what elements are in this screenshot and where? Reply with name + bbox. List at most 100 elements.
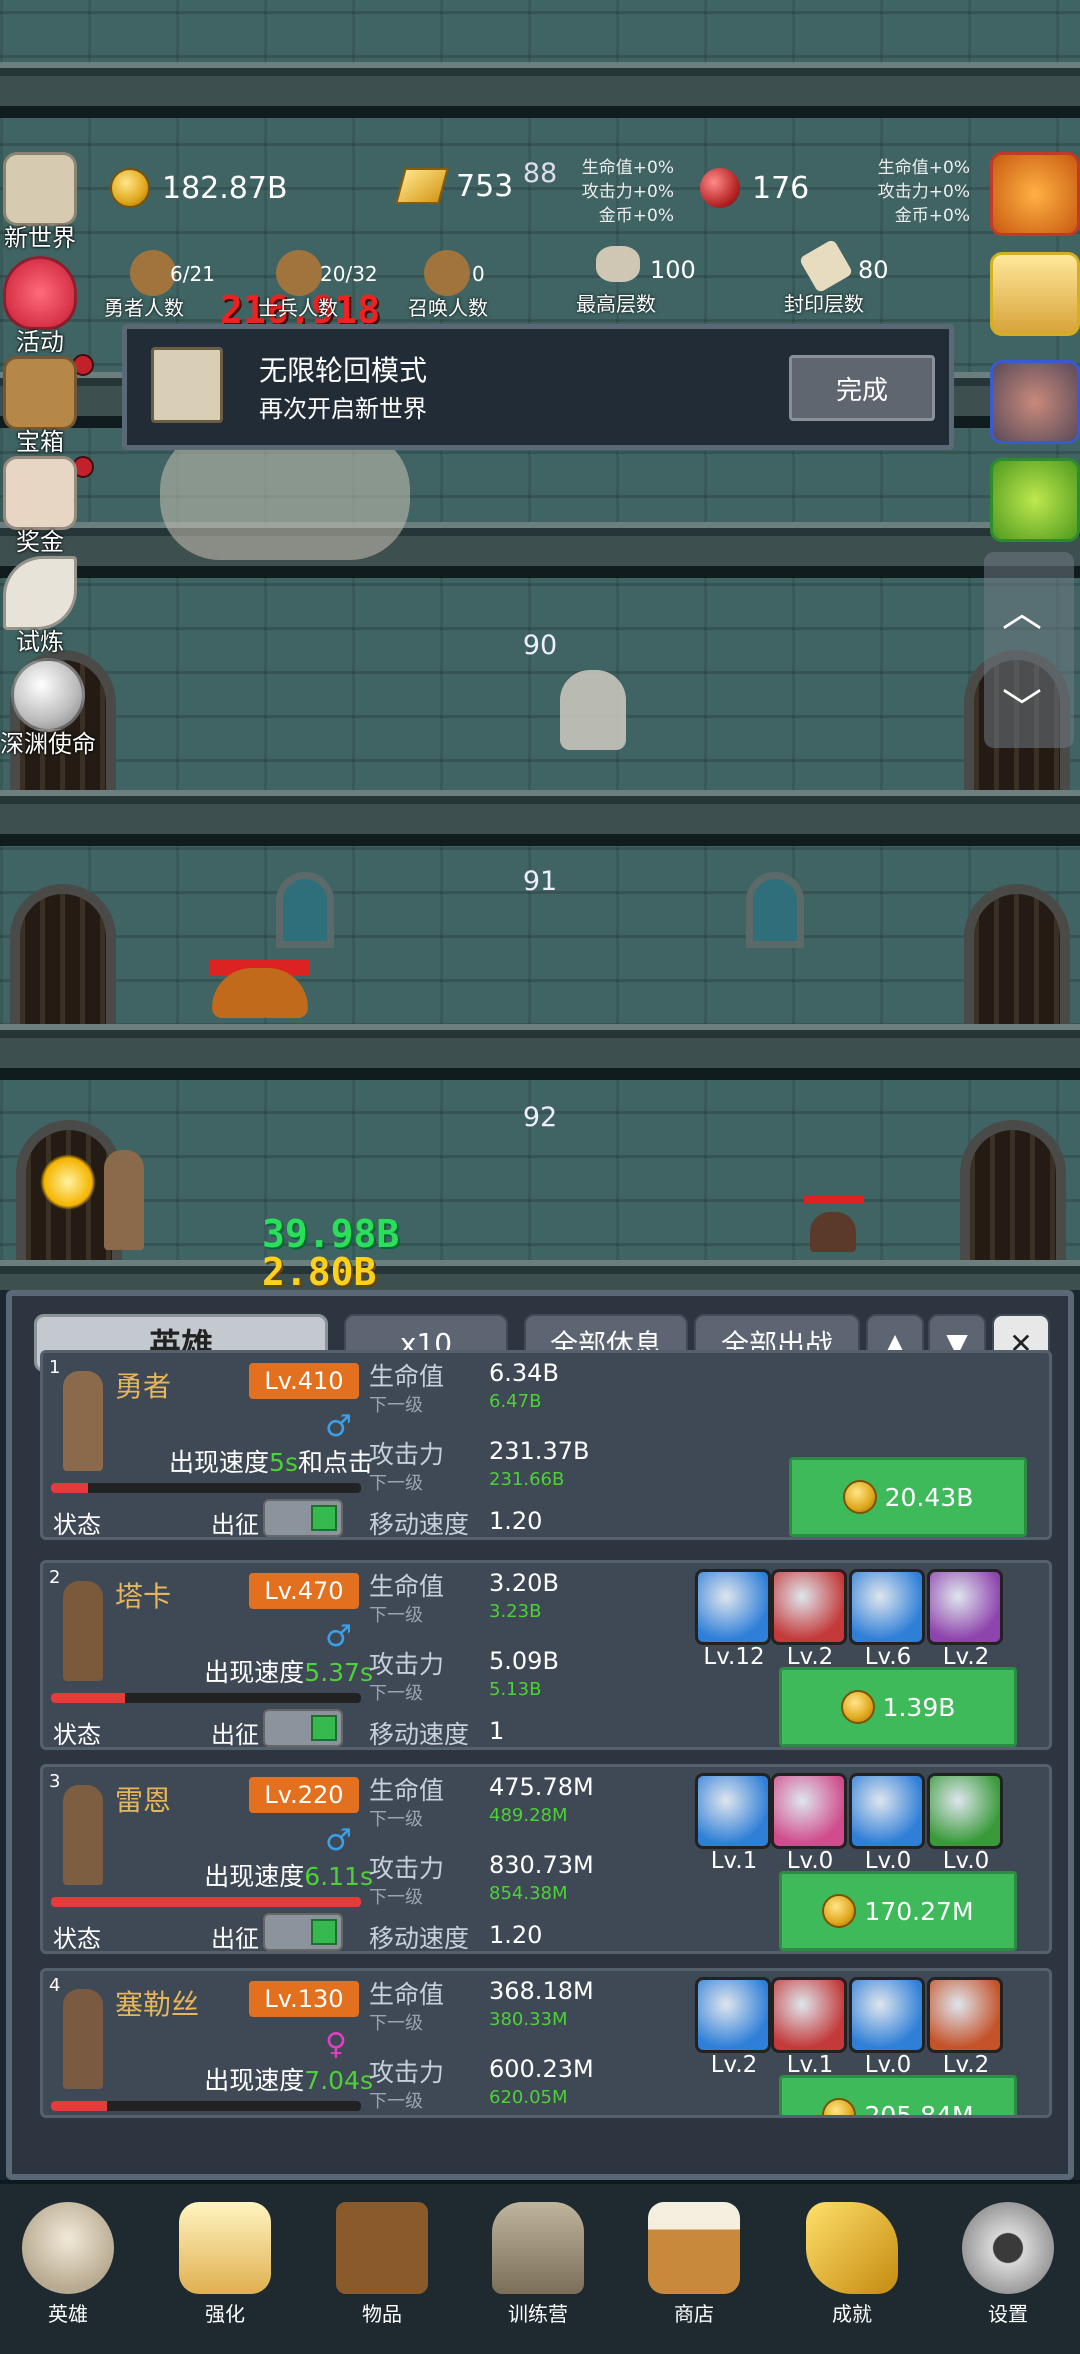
dungeon-gate — [10, 884, 116, 1024]
gold-bar-icon — [395, 168, 449, 204]
game-view[interactable]: 90 91 92 216,918 39.98B 2.80B 182.87B 75… — [0, 0, 1080, 1290]
nav-label: 商店 — [674, 2302, 714, 2326]
upgrade-button[interactable]: 1.39B — [779, 1667, 1017, 1747]
nav-achievement[interactable]: 成就 — [792, 2202, 912, 2327]
floor-number: 88 — [522, 158, 558, 189]
beer-icon — [648, 2202, 740, 2294]
floor-number: 90 — [522, 630, 558, 661]
equipment-icon — [771, 1977, 847, 2053]
buff-candle-icon[interactable] — [990, 252, 1080, 336]
brave-count: 6/21 — [170, 262, 215, 286]
equipment-slot[interactable]: Lv.1 — [695, 1773, 773, 1873]
gold-coin-icon — [840, 1690, 875, 1724]
complete-button[interactable]: 完成 — [789, 355, 935, 421]
deploy-toggle[interactable] — [263, 2117, 343, 2118]
hero-panel: 英雄 x10 全部休息 全部出战 ▲ ▼ ✕ 1 勇者 Lv.410 ♂ 出现速度5s和… — [6, 1290, 1074, 2180]
deploy-toggle[interactable] — [263, 1499, 343, 1537]
upgrade-button[interactable]: 170.27M — [779, 1871, 1017, 1951]
atk-next-value: 231.66B — [489, 1469, 565, 1490]
equipment-level: Lv.0 — [942, 1848, 990, 1874]
nav-shop[interactable]: 商店 — [634, 2202, 754, 2327]
hero-card[interactable]: 2 塔卡 Lv.470 ♂ 出现速度5.37s 状态 出征 生命值 3.20B 下一级 3.23B 攻… — [40, 1560, 1052, 1750]
nav-upgrade[interactable]: 强化 — [165, 2202, 285, 2327]
bonus-list-left: 生命值+0% 攻击力+0% 金币+0% — [560, 156, 674, 228]
bonus-atk: 攻击力+0% — [877, 182, 970, 202]
ghost-monster[interactable] — [560, 670, 626, 750]
key-icon — [806, 2202, 898, 2294]
gold-amount: 182.87B — [162, 170, 288, 206]
equipment-slot[interactable]: Lv.2 — [927, 1977, 1005, 2077]
status-label[interactable]: 状态 — [53, 1919, 101, 1954]
equipment-slot[interactable]: Lv.0 — [771, 1773, 849, 1873]
equipment-icon — [849, 1569, 925, 1645]
scroll-down-icon[interactable]: ﹀ — [1002, 676, 1042, 734]
equipment-level: Lv.2 — [942, 1644, 990, 1670]
equipment-slot[interactable]: Lv.1 — [771, 1977, 849, 2077]
sidebar-new-world[interactable]: 新世界 — [0, 152, 80, 253]
equipment-slot[interactable]: Lv.2 — [695, 1977, 773, 2077]
nav-training[interactable]: 训练营 — [478, 2202, 598, 2327]
hero-unit — [104, 1150, 144, 1250]
atk-next-value: 620.05M — [489, 2087, 568, 2108]
equipment-slot[interactable]: Lv.12 — [695, 1569, 773, 1669]
equipment-slot[interactable]: Lv.0 — [849, 1977, 927, 2077]
buff-slime-icon[interactable] — [990, 458, 1080, 542]
spawn-label: 出现速度 — [204, 1862, 305, 1891]
equipment-slot[interactable]: Lv.2 — [927, 1569, 1005, 1669]
hp-next-label: 下一级 — [369, 1605, 423, 1626]
hero-card[interactable]: 3 雷恩 Lv.220 ♂ 出现速度6.11s 状态 出征 生命值 475.78M 下一级 489.… — [40, 1764, 1052, 1954]
feather-icon — [3, 556, 77, 630]
status-label[interactable]: 状态 — [53, 1715, 101, 1750]
status-label[interactable]: 状态 — [53, 1505, 101, 1540]
gold-coin-icon — [110, 168, 150, 208]
equipment-slot[interactable]: Lv.0 — [927, 1773, 1005, 1873]
sidebar-trial[interactable]: 试炼 — [0, 556, 80, 657]
sidebar-bonus[interactable]: 奖金 — [0, 456, 80, 557]
hero-card[interactable]: 1 勇者 Lv.410 ♂ 出现速度5s和点击 状态 出征 生命值 6.34B 下一级 6.47B 攻… — [40, 1350, 1052, 1540]
sidebar-chest[interactable]: 宝箱 — [0, 356, 80, 457]
deploy-toggle[interactable] — [263, 1913, 343, 1951]
max-floor-value: 100 — [650, 256, 696, 284]
spawn-value: 6.11s — [304, 1862, 373, 1891]
summon-label: 召唤人数 — [408, 296, 488, 320]
equipment-slot[interactable]: Lv.2 — [771, 1569, 849, 1669]
sidebar-abyss[interactable]: 深渊使命 — [0, 658, 96, 759]
equipment-slot[interactable]: Lv.0 — [849, 1773, 927, 1873]
spawn-suffix: 和点击 — [297, 1448, 373, 1477]
atk-value: 600.23M — [489, 2055, 594, 2083]
upgrade-cost: 1.39B — [882, 1692, 956, 1722]
deploy-toggle[interactable] — [263, 1709, 343, 1747]
max-floor-label: 最高层数 — [576, 292, 656, 316]
upgrade-cost: 170.27M — [864, 1896, 974, 1926]
nav-items[interactable]: 物品 — [322, 2202, 442, 2327]
hero-index: 2 — [49, 1567, 61, 1588]
upgrade-button[interactable]: 20.43B — [789, 1457, 1027, 1537]
hero-hp-fill — [51, 1693, 126, 1703]
move-speed-label: 移动速度 — [369, 1720, 470, 1749]
nav-settings[interactable]: 设置 — [948, 2202, 1068, 2327]
buff-apple-icon[interactable] — [990, 152, 1080, 236]
lantern-icon — [492, 2202, 584, 2294]
floor-number: 91 — [522, 866, 558, 897]
scroll-up-icon[interactable]: ︿ — [1002, 580, 1042, 638]
atk-next-label: 下一级 — [369, 1683, 423, 1704]
sidebar-label: 宝箱 — [16, 428, 64, 456]
bonus-hp: 生命值+0% — [877, 158, 970, 178]
nav-hero[interactable]: 英雄 — [8, 2202, 128, 2327]
floor-divider — [0, 1260, 1080, 1290]
bonus-gold: 金币+0% — [894, 206, 970, 226]
spider-monster[interactable] — [810, 1212, 856, 1252]
gear-icon — [962, 2202, 1054, 2294]
upgrade-button[interactable]: 205.84M — [779, 2075, 1017, 2115]
hero-card[interactable]: 4塞勒丝Lv.130♀出现速度7.04s状态出征生命值368.18M下一级380… — [40, 1968, 1052, 2118]
buff-meat-icon[interactable] — [990, 360, 1080, 444]
atk-next-label: 下一级 — [369, 1473, 423, 1494]
equipment-slot[interactable]: Lv.6 — [849, 1569, 927, 1669]
equipment-icon — [771, 1569, 847, 1645]
sidebar-event[interactable]: 活动 — [0, 256, 80, 357]
equipment-level: Lv.1 — [786, 2052, 834, 2078]
hp-next-value: 6.47B — [489, 1391, 542, 1412]
soldier-head-icon — [276, 250, 322, 296]
meat-icon — [700, 168, 740, 208]
equipment-level: Lv.2 — [942, 2052, 990, 2078]
